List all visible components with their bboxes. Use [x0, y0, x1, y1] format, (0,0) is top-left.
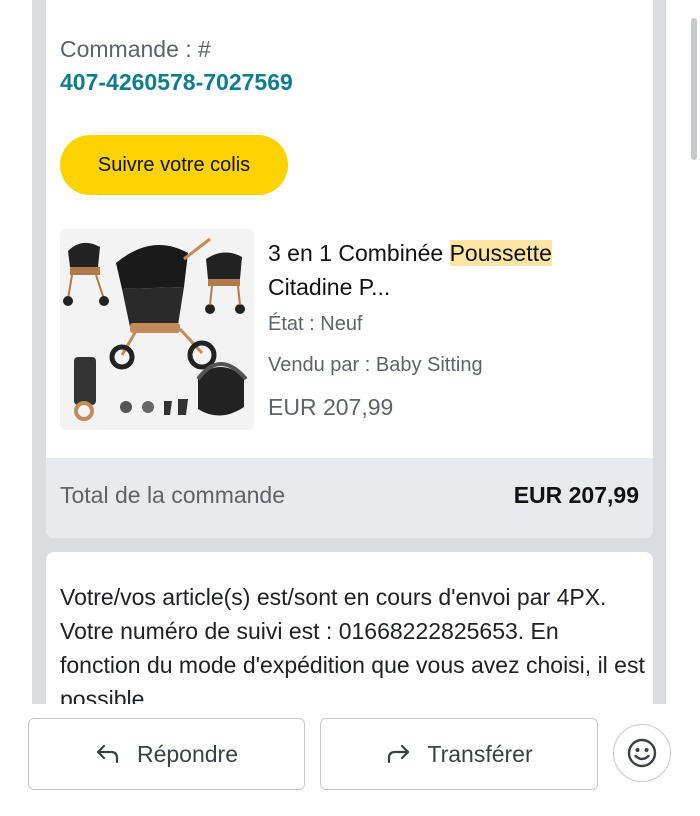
reply-label: Répondre [136, 740, 239, 767]
forward-button[interactable]: Transférer [320, 718, 598, 790]
stroller-icon [60, 229, 254, 430]
product-title-suffix: Citadine P... [268, 274, 391, 300]
forward-label: Transférer [427, 740, 533, 767]
order-total-value: EUR 207,99 [513, 482, 639, 508]
shipping-message-card: Votre/vos article(s) est/sont en cours d… [46, 552, 653, 722]
reply-arrow-icon [96, 744, 119, 764]
product-seller: Vendu par : Baby Sitting [268, 354, 483, 376]
product-image[interactable] [60, 229, 254, 430]
order-card: Commande : # 407-4260578-7027569 Suivre … [46, 0, 653, 538]
scrollbar-thumb[interactable] [691, 18, 697, 160]
emoji-reaction-button[interactable] [613, 724, 671, 782]
emoji-icon [627, 738, 657, 768]
order-label: Commande : # [60, 36, 211, 62]
order-total-label: Total de la commande [60, 482, 286, 508]
order-total-bar: Total de la commande EUR 207,99 [46, 458, 653, 538]
product-price: EUR 207,99 [268, 394, 394, 420]
search-highlight: Poussette [449, 240, 552, 266]
order-number-link[interactable]: 407-4260578-7027569 [60, 69, 293, 96]
product-condition: État : Neuf [268, 313, 363, 335]
product-title-link[interactable]: 3 en 1 Combinée Poussette Citadine P... [268, 236, 628, 304]
forward-arrow-icon [388, 744, 410, 764]
track-package-button[interactable]: Suivre votre colis [60, 135, 288, 195]
action-bar: Répondre Transférer [0, 704, 700, 816]
reply-button[interactable]: Répondre [28, 718, 305, 790]
product-title-prefix: 3 en 1 Combinée [268, 240, 450, 266]
shipping-message-text: Votre/vos article(s) est/sont en cours d… [60, 584, 645, 712]
scrollbar[interactable] [686, 0, 700, 720]
